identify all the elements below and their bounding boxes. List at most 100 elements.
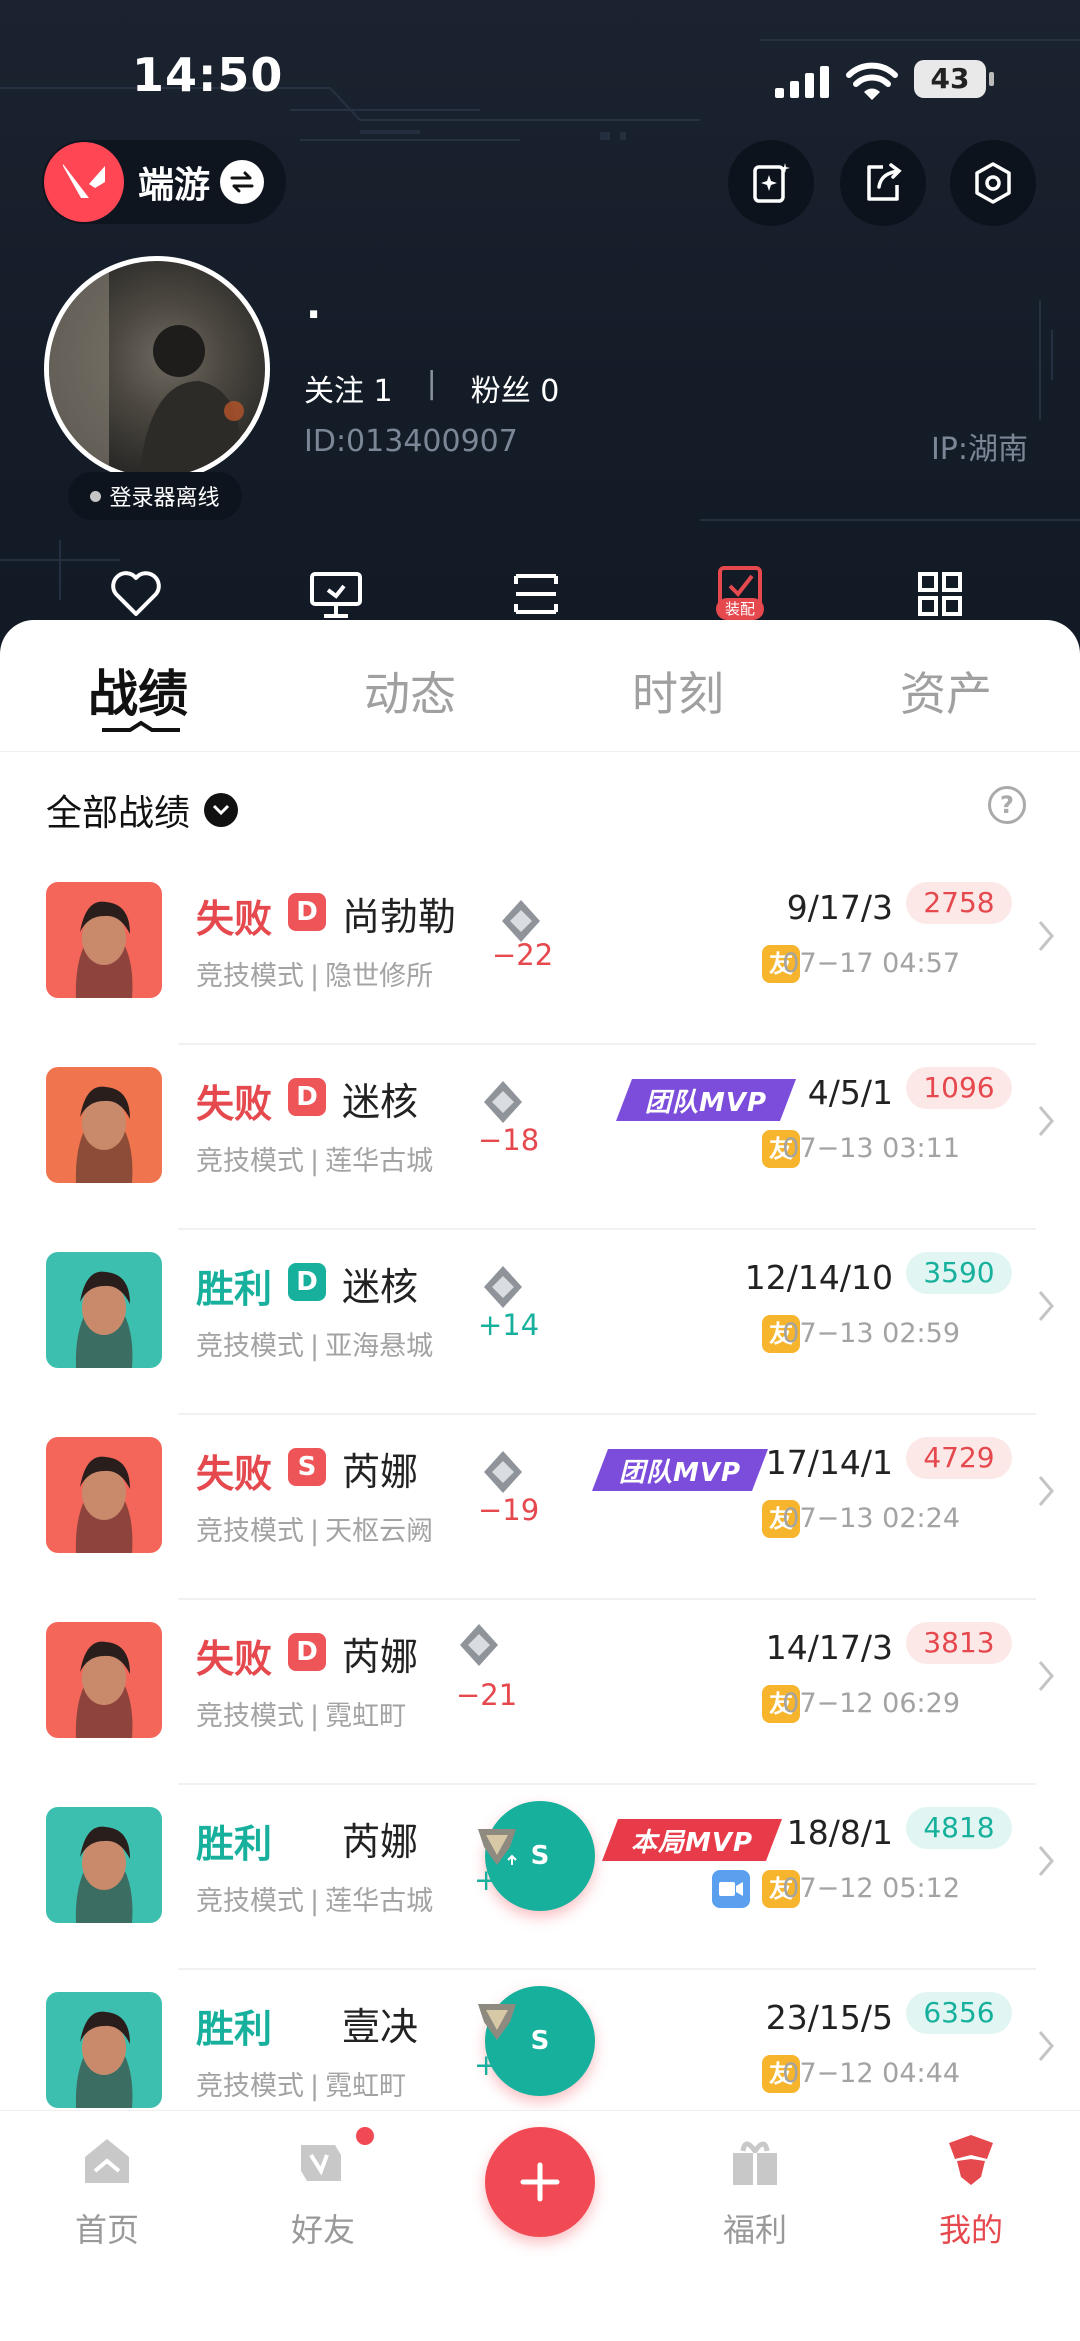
agent-portrait xyxy=(46,1067,162,1183)
monitor-icon[interactable] xyxy=(308,566,364,622)
match-row[interactable]: 失败 S 芮娜 竞技模式 | 天枢云阙 −19 团队MVP 17/14/1 4729 友 07−13 … xyxy=(0,1415,1080,1600)
match-row[interactable]: 胜利 D 迷核 竞技模式 | 亚海悬城 +14 12/14/10 3590 友 07−13 02:5… xyxy=(0,1230,1080,1415)
fans-label: 粉丝 xyxy=(470,374,531,409)
create-post-button[interactable] xyxy=(485,2127,595,2237)
rank-icon xyxy=(484,1451,522,1493)
launcher-status-text: 登录器离线 xyxy=(109,486,220,511)
kda: 18/8/1 xyxy=(786,1813,893,1852)
kda: 14/17/3 xyxy=(765,1628,893,1667)
friends-icon xyxy=(301,2145,341,2181)
match-date: 07−12 04:44 xyxy=(782,2058,960,2089)
settings-button[interactable] xyxy=(950,140,1036,226)
match-row[interactable]: 失败 D 尚勃勒 竞技模式 | 隐世修所 −22 9/17/3 2758 友 07−17 04:57 xyxy=(0,860,1080,1045)
match-meta: 竞技模式 | 隐世修所 xyxy=(196,961,434,992)
game-mode: 竞技模式 xyxy=(196,1701,304,1732)
kda: 9/17/3 xyxy=(786,888,893,927)
map-name: 隐世修所 xyxy=(325,961,434,992)
signal-icon xyxy=(775,66,829,98)
kda: 12/14/10 xyxy=(744,1258,893,1297)
tab-moments[interactable]: 时刻 xyxy=(578,658,778,724)
mvp-badge: 团队MVP xyxy=(590,1445,770,1495)
nav-friends-label: 好友 xyxy=(290,2211,355,2249)
help-icon[interactable]: ? xyxy=(988,786,1026,824)
match-meta: 竞技模式 | 霓虹町 xyxy=(196,1701,407,1732)
agent-portrait xyxy=(46,1622,162,1738)
rating-delta: +23 xyxy=(474,1863,536,1897)
match-score: 3813 xyxy=(906,1622,1012,1664)
nav-friends[interactable]: 好友 xyxy=(248,2127,398,2251)
profile-header: 14:50 43 端游 登录器离线 · 关注 1 | 粉丝 0 ID:01340… xyxy=(0,0,1080,660)
rank-icon xyxy=(460,1624,498,1666)
match-result: 胜利 xyxy=(196,2007,273,2051)
match-score: 2758 xyxy=(906,882,1012,924)
sparkle-card-icon xyxy=(753,163,790,203)
match-score: 4729 xyxy=(906,1437,1012,1479)
match-date: 07−12 05:12 xyxy=(782,1873,960,1904)
agent-name: 迷核 xyxy=(342,1265,419,1309)
game-mode: 竞技模式 xyxy=(196,1146,304,1177)
match-row[interactable]: 胜利S芮娜竞技模式|莲华古城+23本局MVP18/8/14818友07−12 0… xyxy=(0,1785,1080,1970)
nav-me[interactable]: 我的 xyxy=(896,2131,1046,2251)
match-result: 失败 xyxy=(196,1637,273,1681)
match-result: 胜利 xyxy=(196,1822,273,1866)
valorant-logo-icon xyxy=(44,142,124,222)
records-filter[interactable]: 全部战绩 xyxy=(46,784,239,836)
user-id: ID:013400907 xyxy=(304,424,518,459)
plus-icon xyxy=(520,2162,560,2202)
agent-name: 芮娜 xyxy=(342,1450,419,1494)
agent-name: 尚勃勒 xyxy=(342,895,457,939)
home-icon xyxy=(85,2139,129,2183)
chevron-down-icon xyxy=(204,793,239,827)
agent-portrait xyxy=(46,1807,162,1923)
match-row[interactable]: 失败 D 芮娜 竞技模式 | 霓虹町 −21 14/17/3 3813 友 07−12 06:29 xyxy=(0,1600,1080,1785)
loadout-badge: 装配 xyxy=(716,598,764,620)
tab-assets[interactable]: 资产 xyxy=(846,658,1046,724)
battery-indicator: 43 xyxy=(914,60,994,98)
agent-name: 芮娜 xyxy=(342,1820,419,1864)
match-score: 4818 xyxy=(906,1807,1012,1849)
agent-portrait xyxy=(46,1992,162,2108)
rating-delta: −18 xyxy=(478,1123,540,1157)
match-row[interactable]: 胜利S壹决竞技模式|霓虹町+1923/15/56356友07−12 04:44 xyxy=(0,1970,1080,2110)
content-panel: 战绩 动态 时刻 资产 全部战绩 ? 失败 D 尚勃勒 竞技模式 | 隐世修所 −22 9/1… xyxy=(0,620,1080,2110)
chevron-right-icon xyxy=(1038,1661,1054,1691)
following-label: 关注 xyxy=(304,374,364,409)
map-name: 莲华古城 xyxy=(325,1146,434,1177)
match-row[interactable]: 失败 D 迷核 竞技模式 | 莲华古城 −18 团队MVP 4/5/1 1096 友 07−13 03… xyxy=(0,1045,1080,1230)
nav-benefits[interactable]: 福利 xyxy=(680,2131,830,2251)
loadout-shortcut[interactable]: 装配 xyxy=(712,562,768,620)
fans-link[interactable]: 粉丝 0 xyxy=(471,366,560,410)
heart-icon[interactable] xyxy=(108,566,164,622)
mvp-text: 本局MVP xyxy=(630,1827,754,1858)
match-result: 胜利 xyxy=(196,1267,273,1311)
swap-icon xyxy=(220,160,265,204)
match-meta: 竞技模式 | 霓虹町 xyxy=(196,2071,407,2102)
bottom-navigation: 首页 好友 福利 我的 xyxy=(0,2110,1080,2341)
profile-agent-icon xyxy=(949,2135,993,2185)
nav-home[interactable]: 首页 xyxy=(32,2131,182,2251)
tab-activity[interactable]: 动态 xyxy=(310,658,510,724)
tier-badge: D xyxy=(288,1263,326,1301)
tab-records[interactable]: 战绩 xyxy=(38,654,238,726)
following-link[interactable]: 关注 1 xyxy=(304,366,393,410)
rating-delta: −19 xyxy=(478,1493,540,1527)
map-name: 亚海悬城 xyxy=(325,1331,434,1362)
game-switcher[interactable]: 端游 xyxy=(42,140,286,224)
agent-portrait xyxy=(46,1437,162,1553)
match-date: 07−13 02:24 xyxy=(782,1503,960,1534)
user-avatar[interactable] xyxy=(44,256,270,482)
match-result: 失败 xyxy=(196,1452,273,1496)
grid-icon[interactable] xyxy=(912,566,968,622)
settings-icon xyxy=(975,162,1011,204)
game-mode: 竞技模式 xyxy=(196,1516,304,1547)
match-result: 失败 xyxy=(196,897,273,941)
match-score: 3590 xyxy=(906,1252,1012,1294)
match-date: 07−13 03:11 xyxy=(782,1133,960,1164)
ip-location: IP:湖南 xyxy=(930,432,1028,467)
list-panel-icon[interactable] xyxy=(508,566,564,622)
video-icon[interactable] xyxy=(712,1870,750,1908)
sparkle-card-button[interactable] xyxy=(728,140,814,226)
game-mode: 竞技模式 xyxy=(196,961,304,992)
share-button[interactable] xyxy=(840,140,926,226)
rating-delta: +19 xyxy=(474,2048,536,2082)
